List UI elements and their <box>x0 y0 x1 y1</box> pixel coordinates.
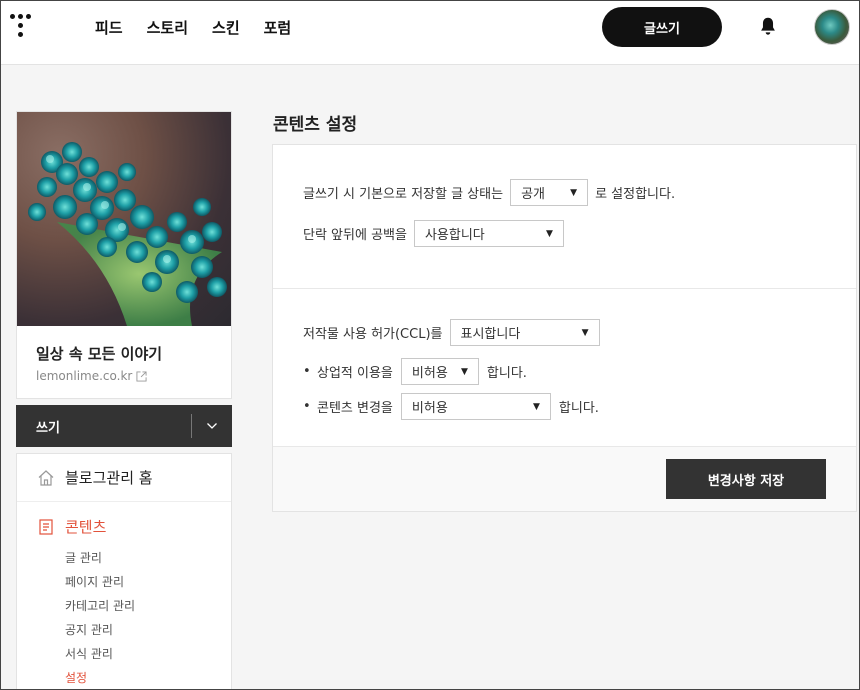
blog-cover-image[interactable] <box>17 112 231 326</box>
save-changes-button[interactable]: 변경사항 저장 <box>666 459 826 499</box>
commercial-use-row: • 상업적 이용을 비허용 ▼ 합니다. <box>303 358 527 385</box>
write-bar-button[interactable]: 쓰기 <box>16 405 191 447</box>
commercial-use-label: 상업적 이용을 <box>317 366 393 381</box>
default-status-row: 글쓰기 시 기본으로 저장할 글 상태는 공개 ▼ 로 설정합니다. <box>303 179 675 206</box>
submenu-item-pages[interactable]: 페이지 관리 <box>65 570 231 594</box>
home-icon <box>38 469 54 486</box>
ccl-value: 표시합니다 <box>460 327 521 342</box>
bullet: • <box>303 399 311 414</box>
blog-profile-card: 일상 속 모든 이야기 lemonlime.co.kr <box>16 111 232 399</box>
modify-value: 비허용 <box>411 401 448 416</box>
menu-section-head[interactable]: 콘텐츠 <box>37 516 231 537</box>
ccl-select[interactable]: 표시합니다 ▼ <box>449 319 600 346</box>
default-status-prefix: 글쓰기 시 기본으로 저장할 글 상태는 <box>303 187 504 202</box>
default-status-suffix: 로 설정합니다. <box>595 187 676 202</box>
user-avatar[interactable] <box>814 9 850 45</box>
commercial-use-value: 비허용 <box>411 366 448 381</box>
bell-icon[interactable] <box>757 14 779 38</box>
commercial-use-select[interactable]: 비허용 ▼ <box>400 358 479 385</box>
submenu-item-settings[interactable]: 설정 <box>65 666 231 690</box>
top-header: 피드 스토리 스킨 포럼 글쓰기 <box>0 0 860 65</box>
tistory-logo-icon[interactable] <box>10 12 38 42</box>
menu-section-label: 콘텐츠 <box>65 518 107 536</box>
panel-footer: 변경사항 저장 <box>273 447 856 511</box>
submenu-item-posts[interactable]: 글 관리 <box>65 546 231 570</box>
menu-home-label: 블로그관리 홈 <box>65 469 153 487</box>
menu-home-link[interactable]: 블로그관리 홈 <box>17 454 231 502</box>
write-post-button[interactable]: 글쓰기 <box>602 7 722 47</box>
write-bar: 쓰기 <box>16 405 232 447</box>
nav-story[interactable]: 스토리 <box>147 17 188 38</box>
spacing-label: 단락 앞뒤에 공백을 <box>303 228 407 243</box>
blog-title[interactable]: 일상 속 모든 이야기 <box>36 343 162 364</box>
sidebar-menu: 블로그관리 홈 콘텐츠 글 관리 페이지 관리 카테고리 관리 공지 관리 서식… <box>16 453 232 690</box>
ccl-row: 저작물 사용 허가(CCL)를 표시합니다 ▼ <box>303 319 600 346</box>
ccl-settings-section: 저작물 사용 허가(CCL)를 표시합니다 ▼ • 상업적 이용을 비허용 ▼ … <box>273 289 856 447</box>
settings-panel: 글쓰기 시 기본으로 저장할 글 상태는 공개 ▼ 로 설정합니다. 단락 앞뒤… <box>272 144 857 512</box>
commercial-use-suffix: 합니다. <box>486 366 527 381</box>
caret-down-icon: ▼ <box>546 228 553 239</box>
modify-label: 콘텐츠 변경을 <box>317 401 393 416</box>
caret-down-icon: ▼ <box>570 187 578 198</box>
nav-feed[interactable]: 피드 <box>95 17 123 38</box>
default-status-value: 공개 <box>521 187 545 202</box>
spacing-value: 사용합니다 <box>424 228 485 243</box>
spacing-select[interactable]: 사용합니다 ▼ <box>413 220 564 247</box>
blog-url-text[interactable]: lemonlime.co.kr <box>36 369 132 383</box>
caret-down-icon: ▼ <box>460 366 468 377</box>
chevron-down-icon <box>207 423 217 429</box>
menu-section-contents: 콘텐츠 글 관리 페이지 관리 카테고리 관리 공지 관리 서식 관리 설정 <box>17 502 231 690</box>
submenu-item-templates[interactable]: 서식 관리 <box>65 642 231 666</box>
post-settings-section: 글쓰기 시 기본으로 저장할 글 상태는 공개 ▼ 로 설정합니다. 단락 앞뒤… <box>273 145 856 289</box>
ccl-label: 저작물 사용 허가(CCL)를 <box>303 327 443 342</box>
submenu-item-notices[interactable]: 공지 관리 <box>65 618 231 642</box>
external-link-icon <box>136 370 147 382</box>
main-nav: 피드 스토리 스킨 포럼 <box>95 0 315 55</box>
modify-suffix: 합니다. <box>558 401 599 416</box>
spacing-row: 단락 앞뒤에 공백을 사용합니다 ▼ <box>303 220 564 247</box>
caret-down-icon: ▼ <box>581 327 589 338</box>
bullet: • <box>303 364 311 379</box>
default-status-select[interactable]: 공개 ▼ <box>510 179 589 206</box>
nav-skin[interactable]: 스킨 <box>212 17 240 38</box>
write-bar-toggle[interactable] <box>192 405 232 447</box>
modify-select[interactable]: 비허용 ▼ <box>400 393 551 420</box>
nav-forum[interactable]: 포럼 <box>264 17 292 38</box>
submenu-list: 글 관리 페이지 관리 카테고리 관리 공지 관리 서식 관리 설정 <box>37 546 231 690</box>
blog-url-link[interactable]: lemonlime.co.kr <box>36 369 147 383</box>
caret-down-icon: ▼ <box>532 401 540 412</box>
submenu-item-categories[interactable]: 카테고리 관리 <box>65 594 231 618</box>
document-icon <box>39 518 53 535</box>
modify-row: • 콘텐츠 변경을 비허용 ▼ 합니다. <box>303 393 599 420</box>
page-title: 콘텐츠 설정 <box>273 115 358 135</box>
